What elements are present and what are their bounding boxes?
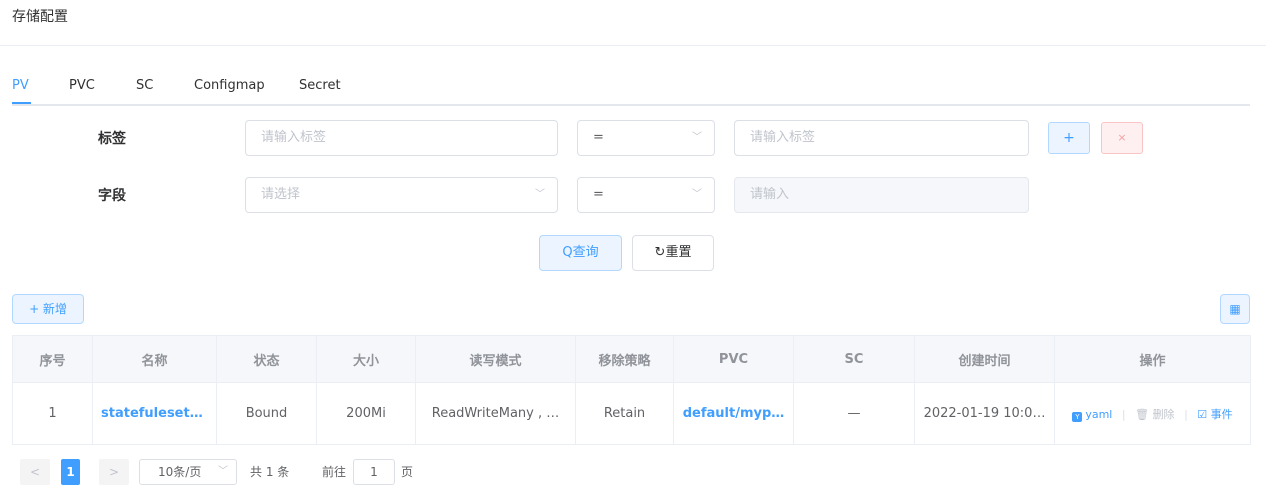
goto-suffix: 页 [401, 465, 414, 479]
cell-name-link[interactable]: statefuleset-… [92, 382, 217, 445]
table-grid-icon: ▦ [1229, 302, 1241, 316]
total-count: 共 1 条 [250, 465, 290, 479]
action-separator: | [1184, 407, 1188, 421]
tab-configmap[interactable]: Configmap [194, 78, 265, 93]
column-header-size: 大小 [316, 335, 416, 383]
tab-secret[interactable]: Secret [299, 78, 341, 93]
column-header-index: 序号 [12, 335, 93, 383]
field-value-placeholder: 请输入 [750, 187, 790, 202]
pv-table: 序号 名称 状态 大小 读写模式 移除策略 PVC SC 创建时间 操作 1 s… [12, 335, 1251, 445]
add-new-button[interactable]: + 新增 [12, 294, 84, 324]
column-header-reclaim-policy: 移除策略 [575, 335, 674, 383]
table-row: 1 statefuleset-… Bound 200Mi ReadWriteMa… [12, 382, 1251, 445]
chevron-down-icon: ﹀ [692, 189, 702, 200]
event-icon: ☑ [1197, 407, 1208, 421]
cell-status: Bound [216, 382, 317, 445]
column-header-name: 名称 [92, 335, 217, 383]
field-operator-value: = [593, 187, 604, 202]
cell-pvc-link[interactable]: default/myp… [673, 382, 794, 445]
page-size-value: 10条/页 [158, 465, 202, 479]
tab-pv[interactable]: PV [12, 78, 29, 93]
column-header-pvc: PVC [673, 335, 794, 383]
page-number-current[interactable]: 1 [61, 459, 80, 485]
yaml-icon: Y [1072, 411, 1083, 422]
delete-action[interactable]: 🗑 删除 [1135, 408, 1174, 421]
field-value-input[interactable]: 请输入 [734, 177, 1029, 213]
prev-page-button[interactable]: < [20, 459, 50, 485]
cell-size: 200Mi [316, 382, 416, 445]
title-divider [0, 45, 1266, 46]
column-header-status: 状态 [216, 335, 317, 383]
column-header-access-mode: 读写模式 [415, 335, 576, 383]
goto-page-input[interactable]: 1 [353, 459, 395, 485]
column-settings-button[interactable]: ▦ [1220, 294, 1250, 324]
label-value-placeholder: 请输入标签 [750, 130, 816, 145]
events-action[interactable]: ☑ 事件 [1197, 408, 1232, 421]
goto-prefix: 前往 [322, 465, 347, 479]
tab-sc[interactable]: SC [136, 78, 153, 93]
plus-icon: + [1063, 130, 1075, 146]
label-operator-value: = [593, 130, 604, 145]
chevron-down-icon: ﹀ [692, 132, 702, 143]
cell-access-mode: ReadWriteMany , … [415, 382, 576, 445]
query-button[interactable]: Q查询 [539, 235, 622, 271]
tab-pvc[interactable]: PVC [69, 78, 95, 93]
row-actions: Yyaml | 🗑 删除 | ☑ 事件 [1072, 407, 1233, 422]
field-operator-select[interactable]: = ﹀ [577, 177, 715, 213]
events-label: 事件 [1210, 407, 1233, 421]
cell-ops: Yyaml | 🗑 删除 | ☑ 事件 [1054, 382, 1251, 445]
page-title: 存储配置 [12, 9, 68, 25]
remove-label-button[interactable]: × [1101, 122, 1143, 154]
label-filter-label: 标签 [98, 131, 126, 147]
next-page-button[interactable]: > [99, 459, 129, 485]
cell-index: 1 [12, 382, 93, 445]
field-filter-label: 字段 [98, 188, 126, 204]
cell-sc: — [793, 382, 915, 445]
cell-reclaim-policy: Retain [575, 382, 674, 445]
label-key-input[interactable]: 请输入标签 [245, 120, 558, 156]
column-header-sc: SC [793, 335, 915, 383]
tab-bar: PV PVC SC Configmap Secret [12, 78, 1250, 106]
reset-button[interactable]: ↻重置 [632, 235, 714, 271]
label-value-input[interactable]: 请输入标签 [734, 120, 1029, 156]
label-key-placeholder: 请输入标签 [261, 130, 327, 145]
action-separator: | [1121, 407, 1126, 421]
chevron-down-icon: ﹀ [535, 189, 545, 200]
table-header-row: 序号 名称 状态 大小 读写模式 移除策略 PVC SC 创建时间 操作 [12, 335, 1251, 383]
label-operator-select[interactable]: = ﹀ [577, 120, 715, 156]
close-icon: × [1117, 131, 1127, 144]
column-header-ops: 操作 [1054, 335, 1251, 383]
delete-label: 删除 [1152, 407, 1175, 421]
field-key-placeholder: 请选择 [261, 187, 301, 202]
add-label-button[interactable]: + [1048, 122, 1090, 154]
active-tab-indicator [12, 102, 31, 104]
page-size-select[interactable]: 10条/页 ﹀ [139, 459, 237, 485]
trash-icon: 🗑 [1135, 407, 1150, 421]
chevron-down-icon: ﹀ [218, 466, 228, 477]
field-key-select[interactable]: 请选择 ﹀ [245, 177, 558, 213]
column-header-created: 创建时间 [914, 335, 1055, 383]
cell-created: 2022-01-19 10:0… [914, 382, 1055, 445]
yaml-action[interactable]: Yyaml [1072, 407, 1113, 422]
yaml-label: yaml [1085, 407, 1113, 421]
